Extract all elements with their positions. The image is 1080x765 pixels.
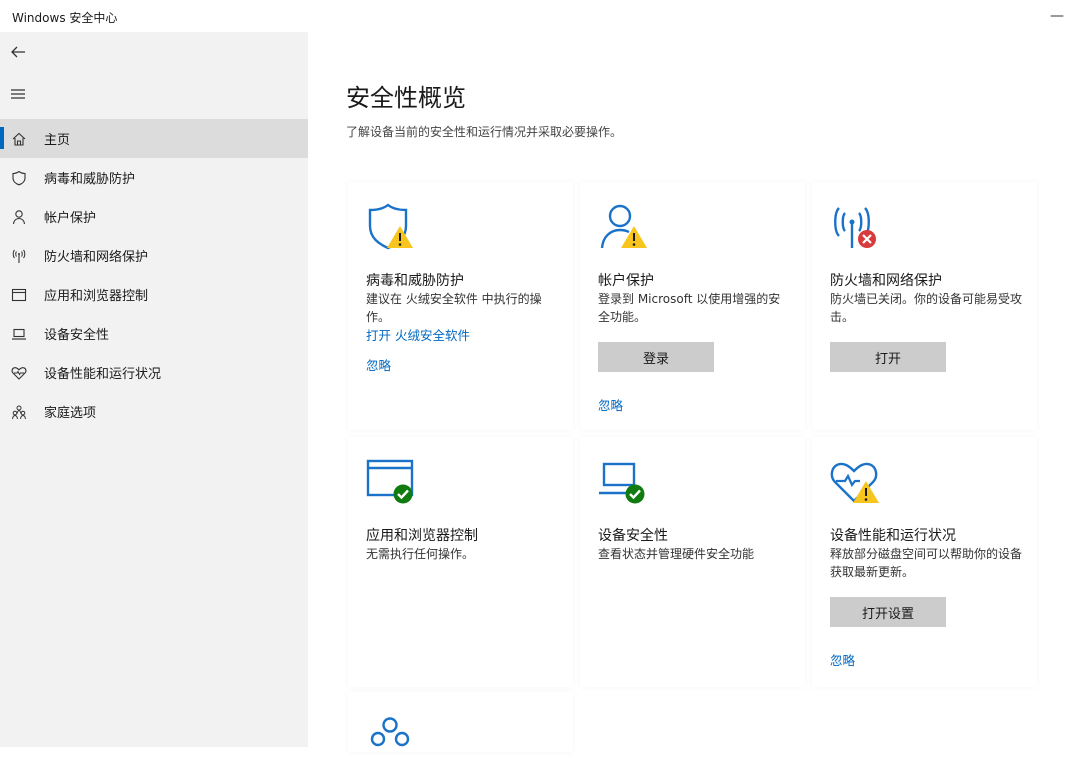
card-title: 防火墙和网络保护 — [830, 273, 942, 289]
card-virus-protection: 病毒和威胁防护 建议在 火绒安全软件 中执行的操作。 打开 火绒安全软件 忽略 — [348, 182, 573, 430]
sidebar-item-home[interactable]: 主页 — [0, 119, 308, 158]
card-description: 防火墙已关闭。你的设备可能易受攻击。 — [830, 292, 1023, 324]
turn-on-button[interactable]: 打开 — [830, 342, 946, 372]
card-firewall: 防火墙和网络保护 防火墙已关闭。你的设备可能易受攻击。 打开 — [812, 182, 1037, 430]
sidebar-item-label: 主页 — [44, 133, 71, 148]
sidebar-item-label: 设备安全性 — [44, 328, 110, 343]
card-device-security: 设备安全性 查看状态并管理硬件安全功能 — [580, 437, 805, 687]
open-huorong-link[interactable]: 打开 火绒安全软件 — [366, 325, 470, 344]
browser-window-icon — [0, 287, 36, 303]
minimize-button[interactable]: — — [1034, 0, 1080, 32]
family-icon — [370, 717, 410, 747]
sidebar-item-label: 帐户保护 — [44, 211, 97, 226]
shield-icon — [0, 170, 36, 186]
shield-warning-icon — [368, 203, 413, 250]
sign-in-button[interactable]: 登录 — [598, 342, 714, 372]
heart-warning-icon — [830, 462, 879, 503]
sidebar-item-virus-protection[interactable]: 病毒和威胁防护 — [0, 158, 308, 197]
sidebar-item-app-browser[interactable]: 应用和浏览器控制 — [0, 275, 308, 314]
card-account-protection: 帐户保护 登录到 Microsoft 以使用增强的安全功能。 登录 忽略 — [580, 182, 805, 430]
dismiss-link[interactable]: 忽略 — [598, 395, 623, 414]
wireless-error-icon — [834, 207, 876, 248]
card-title: 应用和浏览器控制 — [366, 528, 478, 544]
sidebar-nav: 主页 病毒和威胁防护 帐户保护 防火墙和网络保护 应用和浏览器控制 设备安全性 … — [0, 119, 308, 431]
open-settings-button[interactable]: 打开设置 — [830, 597, 946, 627]
laptop-icon — [0, 326, 36, 342]
sidebar-item-label: 应用和浏览器控制 — [44, 289, 149, 304]
card-app-browser: 应用和浏览器控制 无需执行任何操作。 — [348, 437, 573, 687]
card-description: 释放部分磁盘空间可以帮助你的设备获取最新更新。 — [830, 547, 1023, 579]
back-arrow-icon — [11, 46, 25, 58]
home-icon — [0, 131, 36, 147]
card-title: 帐户保护 — [598, 273, 654, 289]
sidebar-item-label: 防火墙和网络保护 — [44, 250, 149, 265]
card-description: 无需执行任何操作。 — [366, 547, 475, 561]
heart-pulse-icon — [0, 365, 36, 381]
dismiss-link[interactable]: 忽略 — [366, 355, 391, 374]
sidebar-item-account-protection[interactable]: 帐户保护 — [0, 197, 308, 236]
dismiss-link[interactable]: 忽略 — [830, 650, 855, 669]
sidebar-item-label: 设备性能和运行状况 — [44, 367, 162, 382]
card-title: 设备性能和运行状况 — [830, 528, 956, 544]
card-description: 建议在 火绒安全软件 中执行的操作。 — [366, 292, 542, 324]
person-icon — [0, 209, 36, 225]
card-device-health: 设备性能和运行状况 释放部分磁盘空间可以帮助你的设备获取最新更新。 打开设置 忽… — [812, 437, 1037, 687]
title-bar: Windows 安全中心 — — [0, 0, 1080, 32]
page-subtitle: 了解设备当前的安全性和运行情况并采取必要操作。 — [346, 125, 623, 139]
sidebar: 主页 病毒和威胁防护 帐户保护 防火墙和网络保护 应用和浏览器控制 设备安全性 … — [0, 32, 308, 747]
main-content: 安全性概览 了解设备当前的安全性和运行情况并采取必要操作。 病毒和威胁防护 建议… — [308, 32, 1080, 752]
window-title: Windows 安全中心 — [12, 11, 118, 25]
page-title: 安全性概览 — [346, 84, 466, 112]
hamburger-menu-icon — [11, 89, 25, 99]
card-description: 登录到 Microsoft 以使用增强的安全功能。 — [598, 292, 781, 324]
sidebar-item-device-health[interactable]: 设备性能和运行状况 — [0, 353, 308, 392]
sidebar-item-firewall[interactable]: 防火墙和网络保护 — [0, 236, 308, 275]
card-family — [348, 692, 573, 752]
laptop-check-icon — [599, 462, 645, 504]
card-description: 查看状态并管理硬件安全功能 — [598, 547, 755, 561]
browser-check-icon — [366, 459, 414, 504]
card-title: 设备安全性 — [598, 528, 668, 544]
sidebar-item-label: 病毒和威胁防护 — [44, 172, 136, 187]
back-button[interactable] — [0, 34, 36, 70]
sidebar-item-family[interactable]: 家庭选项 — [0, 392, 308, 431]
person-warning-icon — [600, 204, 647, 249]
sidebar-item-label: 家庭选项 — [44, 406, 97, 421]
sidebar-item-device-security[interactable]: 设备安全性 — [0, 314, 308, 353]
wireless-icon — [0, 248, 36, 264]
menu-button[interactable] — [0, 76, 36, 112]
card-title: 病毒和威胁防护 — [366, 273, 464, 289]
family-icon — [0, 404, 36, 420]
